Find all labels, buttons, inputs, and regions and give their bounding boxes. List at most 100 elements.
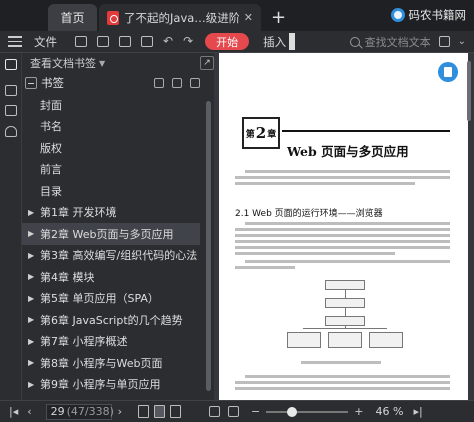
- page-tool-icon[interactable]: [438, 62, 458, 82]
- menu-icon[interactable]: [8, 36, 22, 47]
- text-line: [245, 375, 450, 378]
- bookmark-label: 第8章 小程序与Web页面: [40, 356, 163, 370]
- page-number-input[interactable]: 29 (47/338): [45, 403, 114, 420]
- open-folder-icon[interactable]: [75, 36, 87, 47]
- thumbnail-icon[interactable]: [5, 85, 17, 96]
- text-line: [235, 387, 450, 390]
- expand-arrow-icon[interactable]: ▶: [28, 380, 38, 389]
- add-tab-button[interactable]: +: [271, 4, 286, 31]
- bookmark-label: 第3章 高效编写/组织代码的心法: [40, 249, 198, 263]
- search-icon: [349, 36, 360, 47]
- text-line: [235, 182, 415, 185]
- last-page-button[interactable]: ▸|: [413, 405, 422, 418]
- zoom-knob[interactable]: [287, 406, 298, 417]
- tab-start[interactable]: 开始: [205, 33, 250, 50]
- brand-logo-icon: [390, 8, 405, 22]
- text-line: [245, 170, 450, 173]
- bookmark-tools: [154, 78, 200, 88]
- document-viewer: 第2章 Web 页面与多页应用 2.1 Web 页面的运行环境——浏览器: [214, 53, 474, 400]
- share-icon[interactable]: [438, 36, 450, 47]
- expand-arrow-icon[interactable]: ▶: [28, 251, 38, 260]
- text-cursor: [289, 33, 296, 50]
- pdf-icon: [107, 10, 119, 25]
- tab-home[interactable]: 首页: [48, 4, 97, 31]
- bookmark-item[interactable]: ▶ 第6章 JavaScript的几个趋势: [22, 309, 200, 331]
- pdf-page[interactable]: 第2章 Web 页面与多页应用 2.1 Web 页面的运行环境——浏览器: [219, 53, 468, 400]
- document-scrollbar[interactable]: [467, 55, 472, 395]
- view-mode-group: [138, 405, 182, 418]
- expand-arrow-icon[interactable]: ▶: [28, 229, 38, 238]
- fit-width-icon[interactable]: [209, 406, 221, 417]
- bookmark-scrollbar[interactable]: [206, 101, 211, 391]
- bookmark-item[interactable]: 前言: [22, 159, 200, 181]
- search-box[interactable]: 查找文档文本: [349, 34, 431, 50]
- fit-page-icon[interactable]: [228, 406, 240, 417]
- bookmark-item[interactable]: ▶ 第2章 Web页面与多页应用: [22, 223, 200, 245]
- single-page-icon[interactable]: [138, 405, 150, 418]
- comment-icon[interactable]: [5, 105, 17, 116]
- search-input[interactable]: 查找文档文本: [365, 34, 431, 50]
- redo-icon[interactable]: ↷: [183, 35, 193, 47]
- page-total: (47/338): [66, 405, 114, 418]
- next-page-button[interactable]: ›: [118, 405, 122, 418]
- side-rail: [0, 53, 22, 400]
- text-line: [235, 228, 450, 231]
- file-menu[interactable]: 文件: [34, 34, 57, 50]
- search-panel-icon[interactable]: [5, 126, 17, 137]
- expand-arrow-icon[interactable]: ▶: [28, 208, 38, 217]
- expand-arrow-icon[interactable]: ▶: [28, 294, 38, 303]
- bookmark-item[interactable]: 目录: [22, 180, 200, 202]
- bookmark-item[interactable]: ▶ 第9章 小程序与单页应用: [22, 374, 200, 396]
- bookmark-list: 封面 书名 版权 前言 目录 ▶ 第1章 开发环境 ▶ 第2章 Web页面与多页应用 ▶ 第3章 高…: [22, 94, 200, 417]
- first-page-button[interactable]: |◂: [9, 405, 18, 418]
- bookmark-panel-icon[interactable]: [5, 59, 17, 70]
- toolbar-right: ⌄: [438, 36, 466, 47]
- add-bookmark-icon[interactable]: [154, 78, 164, 88]
- save-icon[interactable]: [97, 36, 109, 47]
- tab-insert[interactable]: 插入: [263, 34, 286, 50]
- bookmark-label: 封面: [40, 98, 62, 112]
- prev-page-button[interactable]: ‹: [27, 405, 31, 418]
- text-line: [235, 240, 450, 243]
- collapse-all-icon[interactable]: [25, 77, 37, 89]
- expand-arrow-icon[interactable]: ▶: [28, 272, 38, 281]
- close-icon[interactable]: ✕: [244, 11, 253, 24]
- pop-out-icon[interactable]: ↗: [200, 56, 214, 70]
- undo-icon[interactable]: ↶: [163, 35, 173, 47]
- bookmark-item[interactable]: 书名: [22, 116, 200, 138]
- delete-bookmark-icon[interactable]: [190, 78, 200, 88]
- bookmark-item[interactable]: ▶ 第4章 模块: [22, 266, 200, 288]
- bookmark-item[interactable]: 版权: [22, 137, 200, 159]
- bookmark-label: 版权: [40, 141, 62, 155]
- expand-arrow-icon[interactable]: ▶: [28, 315, 38, 324]
- continuous-page-icon[interactable]: [154, 405, 166, 418]
- zoom-slider[interactable]: [266, 406, 349, 417]
- expand-arrow-icon[interactable]: ▶: [28, 337, 38, 346]
- expand-arrow-icon[interactable]: ▶: [28, 358, 38, 367]
- current-page: 29: [50, 405, 65, 418]
- double-page-icon[interactable]: [170, 405, 182, 418]
- title-rule: [282, 130, 450, 132]
- text-line: [235, 234, 450, 237]
- text-line: [235, 246, 450, 249]
- zoom-out-button[interactable]: −: [251, 405, 260, 418]
- bookmark-item[interactable]: ▶ 第8章 小程序与Web页面: [22, 352, 200, 374]
- bookmark-item[interactable]: ▶ 第5章 单页应用（SPA）: [22, 288, 200, 310]
- caret-down-icon[interactable]: ▼: [99, 59, 105, 68]
- chapter-badge: 第2章: [242, 117, 280, 149]
- bookmarks-title: 书签: [41, 76, 64, 90]
- bookmark-label: 第4章 模块: [40, 270, 95, 284]
- tab-document[interactable]: 了不起的Java…级进阶_.pdf ✕: [99, 4, 261, 31]
- bookmark-item[interactable]: 封面: [22, 94, 200, 116]
- export-icon[interactable]: [141, 36, 153, 47]
- bookmark-item[interactable]: ▶ 第3章 高效编写/组织代码的心法: [22, 245, 200, 267]
- print-icon[interactable]: [119, 36, 131, 47]
- edit-bookmark-icon[interactable]: [172, 78, 182, 88]
- view-bookmarks-dropdown[interactable]: 查看文档书签: [30, 55, 96, 71]
- chevron-down-icon[interactable]: ⌄: [458, 36, 466, 47]
- figure-diagram: [285, 274, 405, 354]
- bookmark-item[interactable]: ▶ 第7章 小程序概述: [22, 331, 200, 353]
- bookmark-item[interactable]: ▶ 第1章 开发环境: [22, 202, 200, 224]
- zoom-in-button[interactable]: +: [354, 405, 363, 418]
- bookmark-label: 第2章 Web页面与多页应用: [40, 227, 174, 241]
